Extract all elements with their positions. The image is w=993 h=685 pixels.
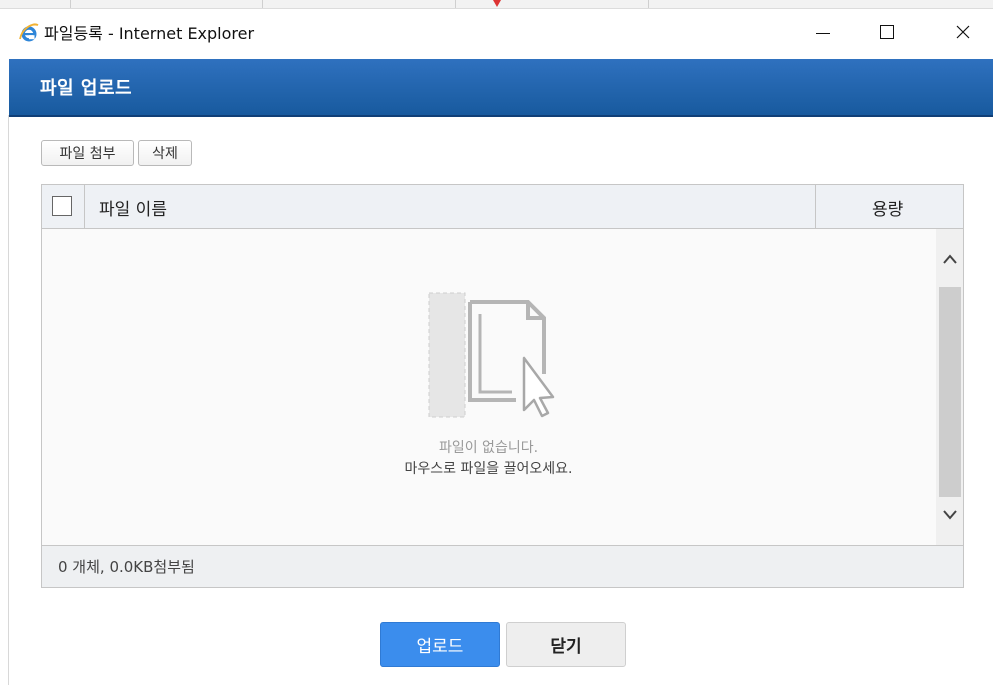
minimize-icon <box>816 32 830 34</box>
file-table: 파일 이름 용량 파일이 없습니다. 마우스로 파일을 끌어오세요. 0 개체,… <box>41 184 964 588</box>
window-title: 파일등록 - Internet Explorer <box>44 24 255 43</box>
chevron-down-icon <box>942 510 957 520</box>
internet-explorer-icon <box>19 23 39 42</box>
empty-file-icon <box>428 292 555 418</box>
strip-divider <box>262 0 263 8</box>
close-window-button[interactable] <box>940 9 986 55</box>
column-divider <box>84 185 85 228</box>
vertical-scrollbar[interactable] <box>936 229 963 545</box>
red-marker-icon <box>493 0 501 7</box>
maximize-button[interactable] <box>864 9 910 55</box>
scroll-thumb[interactable] <box>939 287 961 497</box>
table-body: 파일이 없습니다. 마우스로 파일을 끌어오세요. <box>42 229 963 545</box>
strip-divider <box>70 0 71 8</box>
upload-button[interactable]: 업로드 <box>380 622 500 667</box>
column-header-size[interactable]: 용량 <box>872 195 903 220</box>
strip-divider <box>455 0 456 8</box>
table-footer: 0 개체, 0.0KB첨부됨 <box>42 545 963 587</box>
drag-hint-message: 마우스로 파일을 끌어오세요. <box>404 461 573 477</box>
column-header-filename[interactable]: 파일 이름 <box>99 195 167 220</box>
empty-message: 파일이 없습니다. <box>438 440 539 456</box>
dialog-header: 파일 업로드 <box>9 59 993 117</box>
scroll-down-button[interactable] <box>936 495 963 535</box>
scroll-up-button[interactable] <box>936 239 963 279</box>
file-drop-area[interactable]: 파일이 없습니다. 마우스로 파일을 끌어오세요. <box>42 229 935 545</box>
maximize-icon <box>880 25 894 39</box>
column-divider <box>815 185 816 228</box>
dialog-left-border <box>8 115 9 685</box>
close-icon <box>956 25 970 39</box>
delete-button[interactable]: 삭제 <box>138 140 192 166</box>
attachment-summary: 0 개체, 0.0KB첨부됨 <box>58 558 195 576</box>
strip-divider <box>648 0 649 8</box>
minimize-button[interactable] <box>800 9 846 55</box>
select-all-checkbox[interactable] <box>52 196 72 216</box>
table-header: 파일 이름 용량 <box>42 185 963 229</box>
background-window-strip <box>0 0 993 9</box>
page-title: 파일 업로드 <box>40 78 133 99</box>
attach-file-button[interactable]: 파일 첨부 <box>41 140 134 166</box>
close-button[interactable]: 닫기 <box>506 622 626 667</box>
chevron-up-icon <box>942 254 957 264</box>
window-titlebar: 파일등록 - Internet Explorer <box>0 9 993 59</box>
